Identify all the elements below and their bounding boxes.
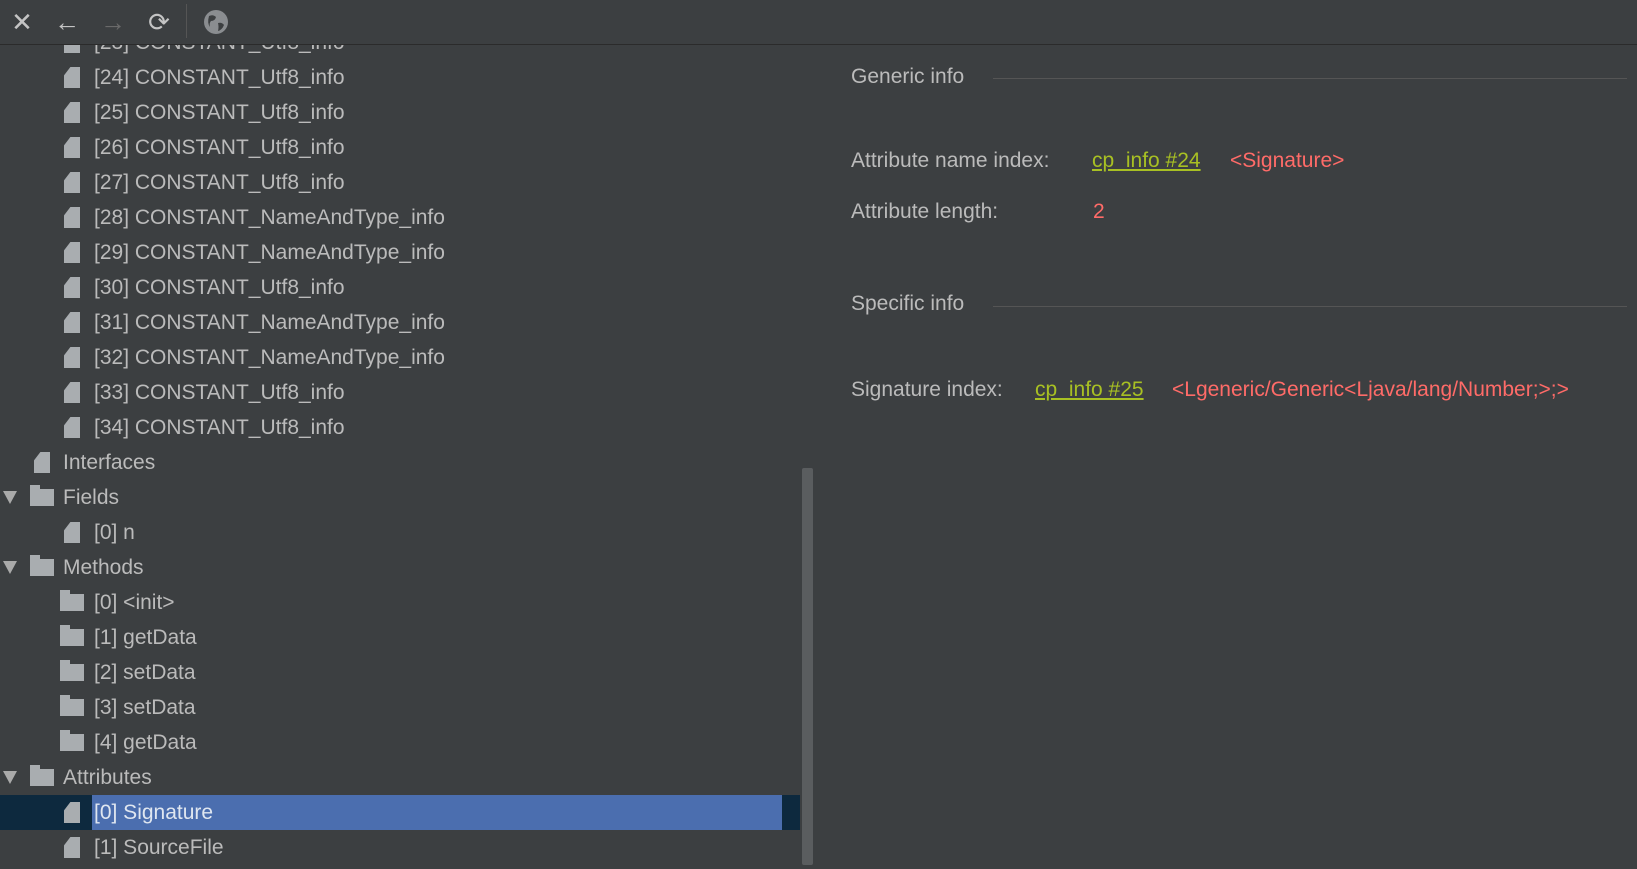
tree-item[interactable]: [33] CONSTANT_Utf8_info	[0, 375, 800, 410]
tree-item[interactable]: [1] SourceFile	[0, 830, 800, 865]
tree-item[interactable]: [25] CONSTANT_Utf8_info	[0, 95, 800, 130]
toolbar-divider	[186, 4, 187, 38]
attribute-length-value: 2	[1093, 200, 1105, 223]
tree-item[interactable]: [31] CONSTANT_NameAndType_info	[0, 305, 800, 340]
file-icon	[64, 137, 80, 158]
tree-item-label: [32] CONSTANT_NameAndType_info	[94, 346, 445, 369]
tree-item[interactable]: [1] getData	[0, 620, 800, 655]
tree-item[interactable]: [27] CONSTANT_Utf8_info	[0, 165, 800, 200]
file-icon	[64, 277, 80, 298]
tree-item-label: [27] CONSTANT_Utf8_info	[94, 171, 345, 194]
tree-item-label: [24] CONSTANT_Utf8_info	[94, 66, 345, 89]
tree-item-label: [2] setData	[94, 661, 196, 684]
collapse-arrow-icon[interactable]	[3, 771, 17, 784]
folder-icon	[60, 660, 84, 681]
tree-item[interactable]: [23] CONSTANT_Utf8_info	[0, 45, 800, 60]
file-icon	[64, 102, 80, 123]
tree-item[interactable]: [32] CONSTANT_NameAndType_info	[0, 340, 800, 375]
file-icon	[34, 452, 50, 473]
tree-item-label: Attributes	[63, 766, 152, 789]
file-icon	[64, 242, 80, 263]
cp-info-24-link[interactable]: cp_info #24	[1092, 149, 1201, 172]
tree-item[interactable]: [0] Signature	[0, 795, 800, 830]
tree-item-label: [31] CONSTANT_NameAndType_info	[94, 311, 445, 334]
refresh-icon[interactable]: ⟳	[143, 6, 175, 38]
tree-item-label: [29] CONSTANT_NameAndType_info	[94, 241, 445, 264]
file-icon	[64, 522, 80, 543]
tree-item[interactable]: Methods	[0, 550, 800, 585]
back-arrow-icon[interactable]: ←	[51, 6, 83, 38]
tree-item-label: [30] CONSTANT_Utf8_info	[94, 276, 345, 299]
folder-icon	[60, 730, 84, 751]
folder-icon	[30, 765, 54, 786]
signature-index-label: Signature index:	[851, 378, 1003, 401]
tree-item-label: [3] setData	[94, 696, 196, 719]
file-icon	[64, 837, 80, 858]
generic-info-heading: Generic info	[851, 65, 965, 88]
tree-item-label: [23] CONSTANT_Utf8_info	[94, 45, 345, 60]
tree-item[interactable]: Attributes	[0, 760, 800, 795]
tree-item[interactable]: [34] CONSTANT_Utf8_info	[0, 410, 800, 445]
attribute-length-label: Attribute length:	[851, 200, 999, 223]
file-icon	[64, 67, 80, 88]
folder-icon	[60, 590, 84, 611]
close-icon[interactable]: ✕	[6, 6, 38, 38]
forward-arrow-icon[interactable]: →	[97, 6, 129, 38]
tree-item[interactable]: [0] n	[0, 515, 800, 550]
folder-icon	[30, 485, 54, 506]
tree-item-label: [0] <init>	[94, 591, 175, 614]
attribute-name-value: <Signature>	[1230, 149, 1345, 172]
tree-item-label: [1] getData	[94, 626, 197, 649]
tree-item-label: [25] CONSTANT_Utf8_info	[94, 101, 345, 124]
folder-icon	[60, 625, 84, 646]
detail-panel: Generic info Attribute name index: cp_in…	[815, 45, 1637, 869]
tree-scrollbar[interactable]	[800, 45, 815, 869]
tree-item[interactable]: [3] setData	[0, 690, 800, 725]
signature-value: <Lgeneric/Generic<Ljava/lang/Number;>;>	[1172, 378, 1569, 401]
tree-item[interactable]: [28] CONSTANT_NameAndType_info	[0, 200, 800, 235]
tree-item-label: [34] CONSTANT_Utf8_info	[94, 416, 345, 439]
tree-item-label: Interfaces	[63, 451, 156, 474]
tree-item-label: Fields	[63, 486, 120, 509]
folder-icon	[30, 555, 54, 576]
file-icon	[64, 312, 80, 333]
tree-item-label: [0] Signature	[94, 801, 214, 824]
tree-item-label: [1] SourceFile	[94, 836, 224, 859]
cp-info-25-link[interactable]: cp_info #25	[1035, 378, 1144, 401]
attribute-name-index-row: Attribute name index:	[851, 149, 1049, 173]
tree-item-label: [28] CONSTANT_NameAndType_info	[94, 206, 445, 229]
tree-item[interactable]: [30] CONSTANT_Utf8_info	[0, 270, 800, 305]
scrollbar-thumb[interactable]	[802, 468, 813, 865]
collapse-arrow-icon[interactable]	[3, 561, 17, 574]
tree-item-label: [4] getData	[94, 731, 197, 754]
specific-info-divider	[993, 306, 1627, 307]
file-icon	[64, 45, 80, 53]
file-icon	[64, 207, 80, 228]
file-icon	[64, 172, 80, 193]
tree-item[interactable]: Fields	[0, 480, 800, 515]
toolbar: ✕ ← → ⟳	[0, 0, 1637, 45]
tree-item-label: [33] CONSTANT_Utf8_info	[94, 381, 345, 404]
collapse-arrow-icon[interactable]	[3, 491, 17, 504]
tree-item[interactable]: Interfaces	[0, 445, 800, 480]
file-icon	[64, 417, 80, 438]
class-structure-tree: [23] CONSTANT_Utf8_info [24] CONSTANT_Utf…	[0, 45, 800, 869]
tree-item-label: Methods	[63, 556, 144, 579]
tree-item-label: [0] n	[94, 521, 135, 544]
globe-icon[interactable]	[200, 6, 232, 38]
tree-item[interactable]: [26] CONSTANT_Utf8_info	[0, 130, 800, 165]
tree-item[interactable]: [4] getData	[0, 725, 800, 760]
attribute-name-index-label: Attribute name index:	[851, 149, 1050, 172]
tree-item[interactable]: [2] setData	[0, 655, 800, 690]
tree-item[interactable]: [0] <init>	[0, 585, 800, 620]
generic-info-divider	[993, 78, 1627, 79]
file-icon	[64, 347, 80, 368]
specific-info-heading: Specific info	[851, 292, 965, 315]
tree-item[interactable]: [24] CONSTANT_Utf8_info	[0, 60, 800, 95]
folder-icon	[60, 695, 84, 716]
file-icon	[64, 382, 80, 403]
tree-item[interactable]: [29] CONSTANT_NameAndType_info	[0, 235, 800, 270]
tree-item-label: [26] CONSTANT_Utf8_info	[94, 136, 345, 159]
